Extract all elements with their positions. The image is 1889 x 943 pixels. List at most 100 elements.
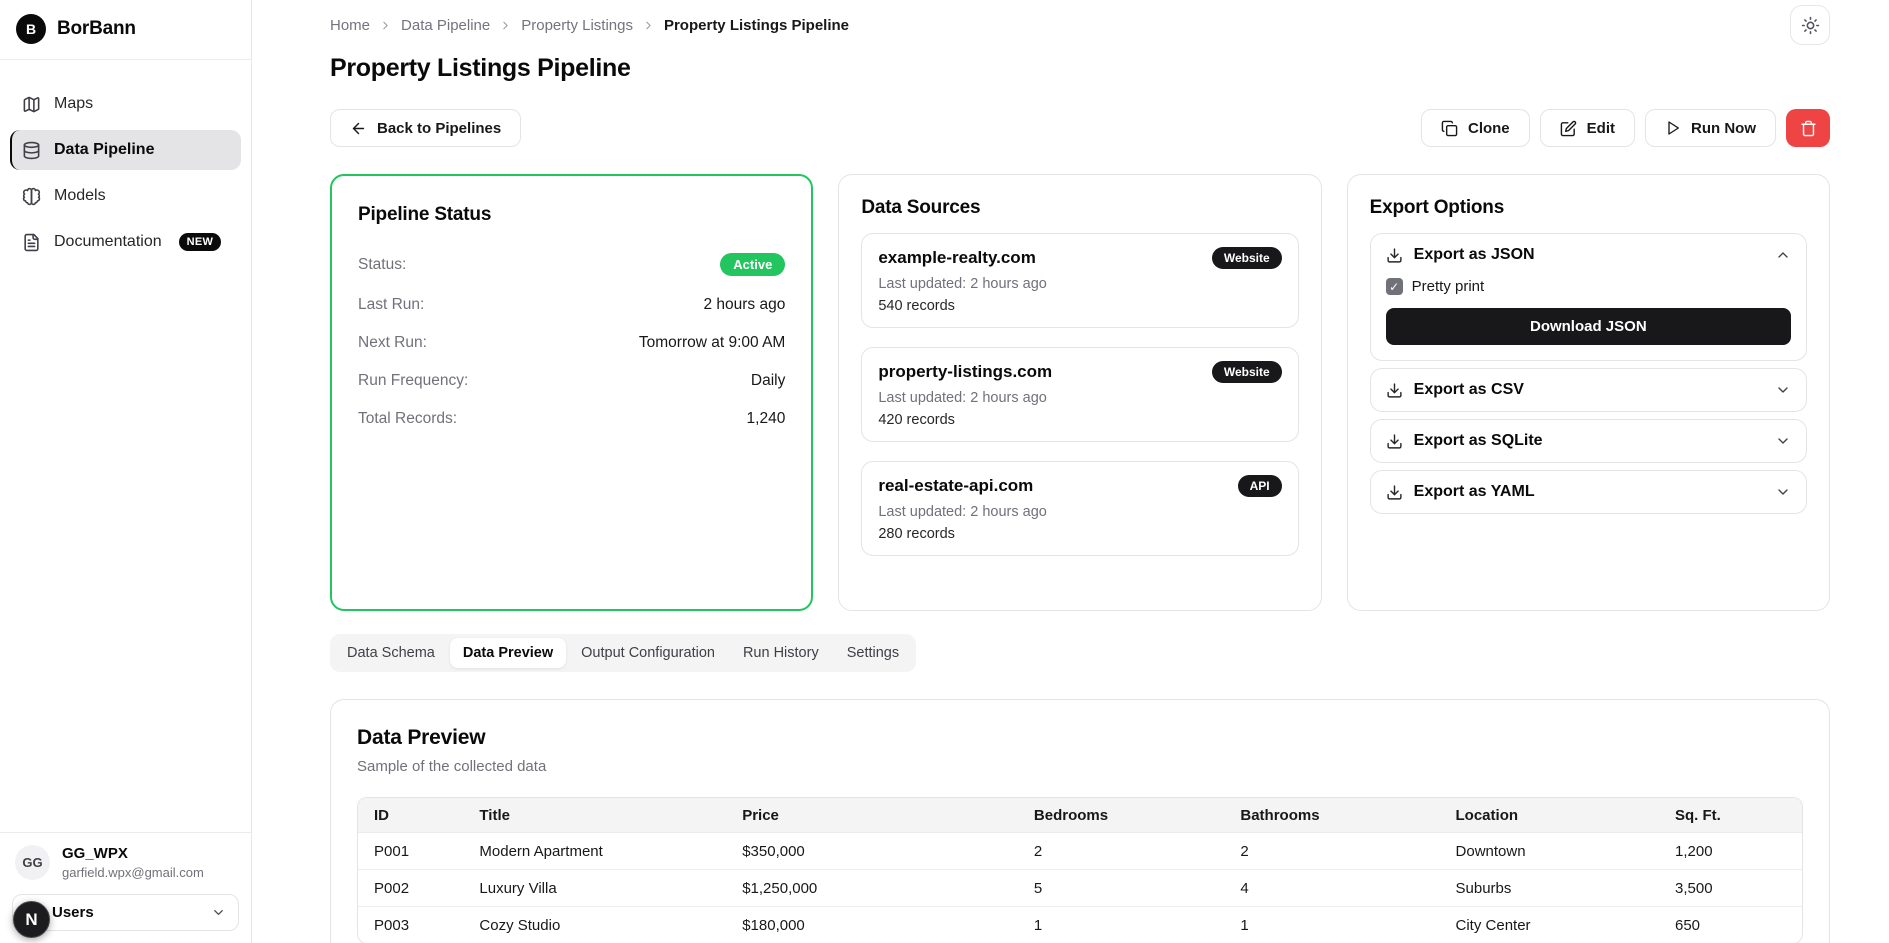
data-source-name: property-listings.com bbox=[878, 362, 1052, 382]
data-source-records: 420 records bbox=[878, 412, 1281, 428]
sidebar-item-label: Models bbox=[54, 187, 106, 205]
page-title: Property Listings Pipeline bbox=[330, 54, 1830, 83]
cell-sqft: 1,200 bbox=[1659, 832, 1802, 869]
cell-id: P001 bbox=[358, 832, 463, 869]
breadcrumb-home[interactable]: Home bbox=[330, 17, 370, 34]
export-group-csv: Export as CSV bbox=[1370, 368, 1807, 412]
user-name: GG_WPX bbox=[62, 845, 204, 862]
status-badge: Active bbox=[720, 253, 785, 276]
delete-button[interactable] bbox=[1786, 109, 1830, 147]
download-icon bbox=[1386, 433, 1403, 450]
tab-output-configuration[interactable]: Output Configuration bbox=[568, 638, 728, 668]
status-row-value: Daily bbox=[751, 372, 785, 390]
run-now-button[interactable]: Run Now bbox=[1645, 109, 1776, 147]
column-header-location: Location bbox=[1440, 798, 1659, 832]
cell-bedrooms: 5 bbox=[1018, 869, 1224, 906]
breadcrumb-data-pipeline[interactable]: Data Pipeline bbox=[401, 17, 490, 34]
sidebar-item-documentation[interactable]: Documentation NEW bbox=[10, 222, 241, 262]
user-email: garfield.wpx@gmail.com bbox=[62, 865, 204, 880]
tab-run-history[interactable]: Run History bbox=[730, 638, 832, 668]
export-options-card: Export Options Export as JSON ✓ Pretty p… bbox=[1347, 174, 1830, 611]
chevron-down-icon bbox=[1775, 382, 1791, 398]
dev-tools-badge[interactable]: N bbox=[13, 901, 50, 938]
export-yaml-header[interactable]: Export as YAML bbox=[1371, 471, 1806, 513]
clone-button[interactable]: Clone bbox=[1421, 109, 1530, 147]
data-preview-subtitle: Sample of the collected data bbox=[357, 758, 1803, 775]
cell-bathrooms: 1 bbox=[1224, 906, 1439, 943]
chevron-down-icon bbox=[211, 905, 226, 920]
status-row-label: Last Run: bbox=[358, 296, 424, 314]
play-icon bbox=[1665, 120, 1681, 136]
theme-toggle-button[interactable] bbox=[1790, 5, 1830, 45]
download-icon bbox=[1386, 382, 1403, 399]
sidebar-item-maps[interactable]: Maps bbox=[10, 84, 241, 124]
data-source-item: example-realty.com Website Last updated:… bbox=[861, 233, 1298, 328]
pipeline-status-rows: Status: Active Last Run: 2 hours ago Nex… bbox=[358, 253, 785, 428]
export-csv-header[interactable]: Export as CSV bbox=[1371, 369, 1806, 411]
cell-bedrooms: 2 bbox=[1018, 832, 1224, 869]
data-source-head: example-realty.com Website bbox=[878, 247, 1281, 269]
tab-data-preview[interactable]: Data Preview bbox=[450, 638, 566, 668]
breadcrumb: Home Data Pipeline Property Listings Pro… bbox=[330, 17, 849, 34]
chevron-down-icon bbox=[1775, 484, 1791, 500]
column-header-title: Title bbox=[463, 798, 726, 832]
sidebar-item-data-pipeline[interactable]: Data Pipeline bbox=[10, 130, 241, 170]
sidebar-item-models[interactable]: Models bbox=[10, 176, 241, 216]
database-icon bbox=[22, 141, 41, 160]
detail-tabs: Data Schema Data Preview Output Configur… bbox=[330, 634, 916, 672]
avatar: GG bbox=[15, 845, 50, 880]
data-source-updated: Last updated: 2 hours ago bbox=[878, 390, 1281, 406]
status-row: Next Run: Tomorrow at 9:00 AM bbox=[358, 334, 785, 352]
data-source-type-badge: API bbox=[1238, 475, 1282, 497]
pipeline-status-title: Pipeline Status bbox=[358, 204, 785, 226]
column-header-id: ID bbox=[358, 798, 463, 832]
download-json-button[interactable]: Download JSON bbox=[1386, 308, 1791, 345]
topbar: Home Data Pipeline Property Listings Pro… bbox=[330, 5, 1830, 45]
data-source-records: 540 records bbox=[878, 298, 1281, 314]
status-row-label: Next Run: bbox=[358, 334, 427, 352]
back-to-pipelines-button[interactable]: Back to Pipelines bbox=[330, 109, 521, 147]
pretty-print-checkbox[interactable]: ✓ bbox=[1386, 278, 1403, 295]
export-json-header[interactable]: Export as JSON bbox=[1371, 234, 1806, 276]
sidebar: B BorBann Maps Data Pipeline Models bbox=[0, 0, 252, 943]
edit-button[interactable]: Edit bbox=[1540, 109, 1635, 147]
sidebar-nav: Maps Data Pipeline Models Documentation … bbox=[0, 60, 251, 262]
pretty-print-option[interactable]: ✓ Pretty print bbox=[1386, 278, 1791, 295]
cell-location: Suburbs bbox=[1440, 869, 1659, 906]
tab-data-schema[interactable]: Data Schema bbox=[334, 638, 448, 668]
cell-bedrooms: 1 bbox=[1018, 906, 1224, 943]
status-row: Total Records: 1,240 bbox=[358, 410, 785, 428]
status-row-label: Status: bbox=[358, 256, 406, 274]
cell-price: $180,000 bbox=[726, 906, 1018, 943]
chevron-right-icon bbox=[499, 19, 512, 32]
cell-id: P002 bbox=[358, 869, 463, 906]
column-header-sqft: Sq. Ft. bbox=[1659, 798, 1802, 832]
export-sqlite-header[interactable]: Export as SQLite bbox=[1371, 420, 1806, 462]
column-header-bedrooms: Bedrooms bbox=[1018, 798, 1224, 832]
status-row: Status: Active bbox=[358, 253, 785, 276]
status-row-label: Total Records: bbox=[358, 410, 457, 428]
sidebar-item-label: Data Pipeline bbox=[54, 141, 154, 159]
cell-sqft: 3,500 bbox=[1659, 869, 1802, 906]
new-badge: NEW bbox=[179, 233, 222, 251]
breadcrumb-property-listings[interactable]: Property Listings bbox=[521, 17, 633, 34]
trash-icon bbox=[1800, 120, 1817, 137]
map-icon bbox=[22, 95, 41, 114]
export-group-json: Export as JSON ✓ Pretty print Download J… bbox=[1370, 233, 1807, 361]
avatar-initials: GG bbox=[22, 855, 42, 870]
cell-title: Modern Apartment bbox=[463, 832, 726, 869]
chevron-right-icon bbox=[379, 19, 392, 32]
sidebar-spacer bbox=[0, 262, 251, 832]
tab-settings[interactable]: Settings bbox=[834, 638, 912, 668]
brand[interactable]: B BorBann bbox=[0, 0, 251, 60]
export-csv-label: Export as CSV bbox=[1414, 381, 1764, 399]
data-source-updated: Last updated: 2 hours ago bbox=[878, 276, 1281, 292]
chevron-up-icon bbox=[1775, 247, 1791, 263]
user-row: GG GG_WPX garfield.wpx@gmail.com bbox=[12, 845, 239, 880]
dev-tools-badge-letter: N bbox=[25, 910, 37, 930]
chevron-down-icon bbox=[1775, 433, 1791, 449]
export-json-label: Export as JSON bbox=[1414, 246, 1764, 264]
cell-title: Luxury Villa bbox=[463, 869, 726, 906]
sidebar-item-label: Documentation bbox=[54, 233, 162, 251]
toolbar: Back to Pipelines Clone Edit Run Now bbox=[330, 109, 1830, 147]
